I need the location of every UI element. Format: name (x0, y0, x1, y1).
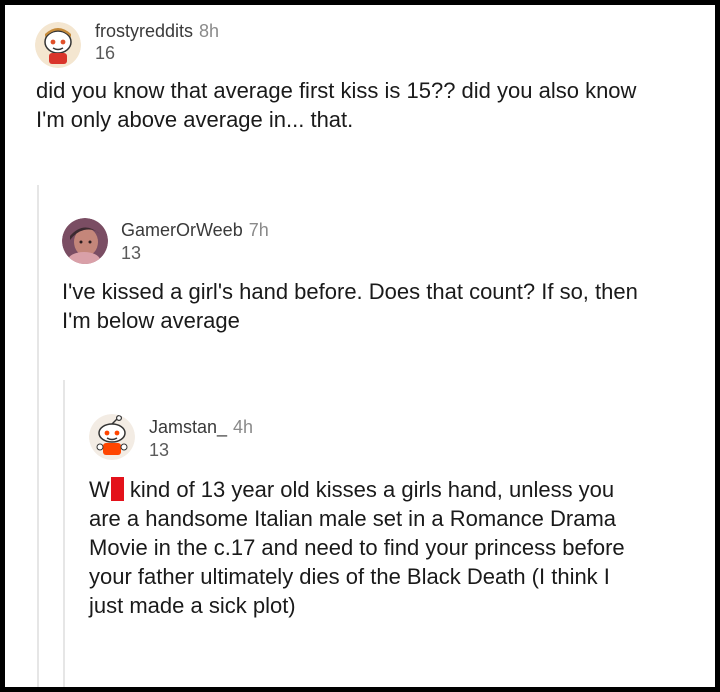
comment-score: 13 (121, 243, 142, 263)
comment-text: kind of 13 year old kisses a girls hand,… (123, 477, 615, 502)
comment-score: 16 (95, 43, 116, 63)
snoo-avatar-icon (35, 22, 81, 68)
comment-score: 13 (149, 440, 170, 460)
comment-line: just made a sick plot) (89, 593, 296, 618)
comment-line: your father ultimately dies of the Black… (89, 564, 610, 589)
comment-time: 7h (248, 220, 269, 240)
user-photo-avatar (62, 218, 108, 264)
redaction-block (110, 477, 124, 501)
comment-line: did you know that average first kiss is … (36, 78, 637, 103)
comment-line: Movie in the c.17 and need to find your … (89, 535, 625, 560)
snoo-avatar-icon (89, 414, 135, 460)
comment-body: W kind of 13 year old kisses a girls han… (89, 475, 709, 620)
comment-line: I'm only above average in... that. (36, 107, 354, 132)
username-text[interactable]: Jamstan_ (149, 417, 227, 437)
comment-time: 8h (199, 21, 220, 41)
comment-username[interactable]: frostyreddits 8h (95, 21, 219, 42)
screenshot-card: frostyreddits 8h 16 did you know that ave… (5, 5, 715, 687)
comment-line: W kind of 13 year old kisses a girls han… (89, 475, 709, 504)
comment-username[interactable]: GamerOrWeeb 7h (121, 220, 269, 241)
comment-line: are a handsome Italian male set in a Rom… (89, 506, 617, 531)
comment-body: I've kissed a girl's hand before. Does t… (62, 277, 707, 335)
avatar-gamerorweeb[interactable] (62, 218, 108, 264)
avatar-jamstan[interactable] (89, 414, 135, 460)
avatar-frostyreddits[interactable] (35, 22, 81, 68)
thread-indent-line (37, 185, 39, 687)
comment-line: I've kissed a girl's hand before. Does t… (62, 279, 638, 304)
comment-body: did you know that average first kiss is … (36, 76, 706, 134)
username-text[interactable]: frostyreddits (95, 21, 193, 41)
comment-time: 4h (233, 417, 254, 437)
thread-indent-line (63, 380, 65, 687)
comment-text: W (89, 477, 110, 502)
comment-line: I'm below average (62, 308, 240, 333)
username-text[interactable]: GamerOrWeeb (121, 220, 243, 240)
comment-username[interactable]: Jamstan_ 4h (149, 417, 253, 438)
